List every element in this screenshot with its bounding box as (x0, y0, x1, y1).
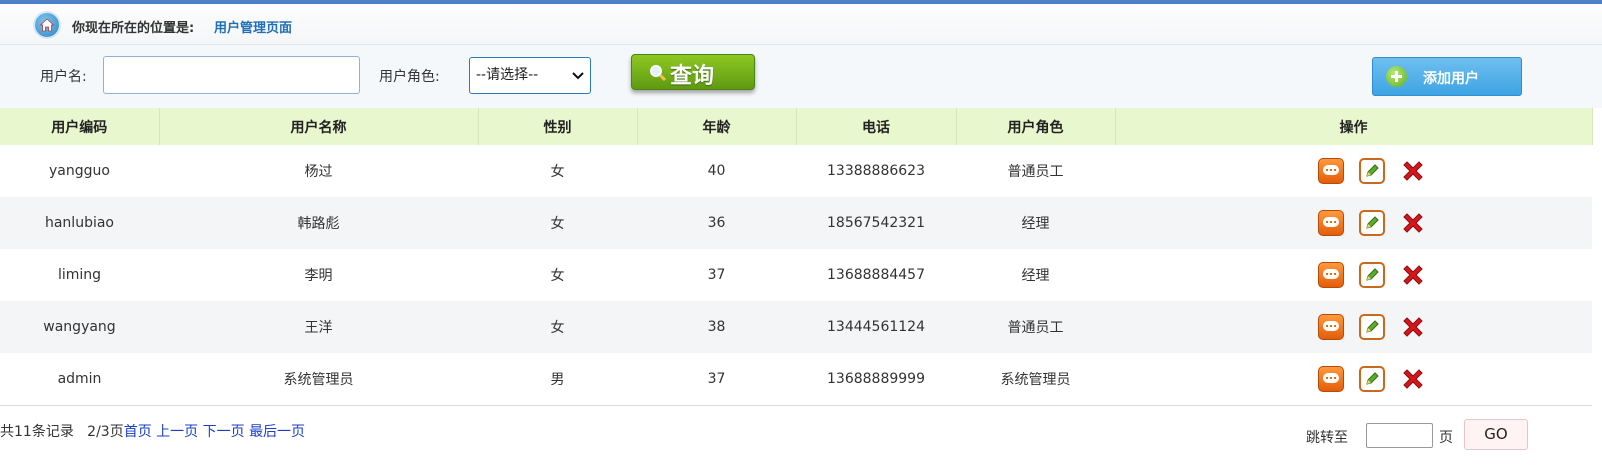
gender-cell: 女 (550, 268, 565, 284)
gender-cell: 女 (550, 164, 565, 180)
actions-cell (1115, 249, 1592, 301)
age-cell: 37 (707, 267, 726, 283)
first-page-link[interactable]: 首页 (124, 424, 152, 440)
user-name-cell: 王洋 (159, 301, 478, 353)
row-actions (1115, 158, 1592, 184)
role-label: 用户角色: (379, 69, 440, 85)
role-cell: 普通员工 (956, 301, 1115, 353)
prev-page-link[interactable]: 上一页 (156, 424, 198, 440)
view-icon[interactable] (1317, 314, 1344, 340)
gender-cell: 女 (478, 301, 637, 353)
phone-cell: 13388886623 (827, 163, 925, 179)
search-panel: 用户名: 用户角色: --请选择-- 查询 添加用户 (0, 45, 1602, 108)
header-age: 年龄 (637, 108, 797, 145)
delete-icon[interactable] (1400, 366, 1426, 392)
pagination: 共11条记录 2/3页首页 上一页 下一页 最后一页 (0, 421, 305, 441)
row-actions (1115, 314, 1592, 340)
edit-icon[interactable] (1358, 366, 1385, 392)
home-icon[interactable] (35, 13, 59, 37)
phone-cell: 13688889999 (796, 353, 956, 406)
age-cell: 38 (637, 301, 796, 353)
table-row: liming 李明 女 37 13688884457 经理 (0, 249, 1592, 301)
age-cell: 36 (637, 197, 796, 249)
phone-cell: 18567542321 (796, 197, 956, 249)
user-code-cell: admin (0, 353, 159, 406)
user-code-cell: wangyang (0, 301, 159, 353)
user-code-cell: hanlubiao (0, 197, 159, 249)
jump-label: 跳转至 (1306, 430, 1348, 446)
phone-cell: 13444561124 (796, 301, 956, 353)
gender-cell: 女 (478, 197, 637, 249)
table-header-row: 用户编码 用户名称 性别 年龄 电话 用户角色 操作 (0, 108, 1593, 145)
view-icon[interactable] (1317, 366, 1344, 392)
go-button[interactable]: GO (1464, 419, 1528, 450)
role-cell: 经理 (1021, 268, 1050, 284)
edit-icon[interactable] (1358, 262, 1385, 288)
edit-icon[interactable] (1358, 158, 1385, 184)
query-button[interactable]: 查询 (631, 54, 755, 90)
add-user-label: 添加用户 (1423, 71, 1479, 87)
add-user-button[interactable]: 添加用户 (1372, 57, 1522, 96)
table-row: hanlubiao 韩路彪女 36 18567542321 经理 (0, 197, 1592, 249)
age-cell: 37 (637, 353, 796, 406)
username-label: 用户名: (40, 69, 87, 85)
delete-icon[interactable] (1400, 210, 1426, 236)
actions-cell (1115, 145, 1592, 197)
query-label: 查询 (670, 64, 715, 89)
page-unit-label: 页 (1439, 430, 1453, 446)
edit-icon[interactable] (1358, 314, 1385, 340)
age-cell: 40 (707, 163, 726, 179)
user-name-cell: 杨过 (304, 164, 333, 180)
jump-page-input[interactable] (1366, 423, 1433, 448)
actions-cell (1115, 197, 1592, 249)
header-role: 用户角色 (956, 108, 1116, 145)
record-summary: 共11条记录 2/3页 (0, 424, 124, 440)
role-select[interactable]: --请选择-- (469, 57, 591, 94)
role-cell: 普通员工 (1007, 164, 1064, 180)
user-code-cell: liming (57, 267, 102, 283)
user-code-cell: yangguo (49, 163, 110, 179)
header-gender: 性别 (478, 108, 638, 145)
actions-cell (1115, 301, 1592, 353)
location-bar: 你现在所在的位置是: 用户管理页面 (0, 4, 1602, 45)
row-actions (1115, 262, 1592, 288)
plus-icon (1386, 66, 1407, 87)
view-icon[interactable] (1317, 210, 1344, 236)
header-phone: 电话 (796, 108, 957, 145)
role-cell: 经理 (956, 197, 1115, 249)
delete-icon[interactable] (1400, 158, 1426, 184)
delete-icon[interactable] (1400, 262, 1426, 288)
view-icon[interactable] (1317, 158, 1344, 184)
last-page-link[interactable]: 最后一页 (249, 424, 305, 440)
role-select-value: --请选择-- (476, 67, 539, 83)
user-name-cell: 韩路彪 (159, 197, 478, 249)
user-name-cell: 系统管理员 (159, 353, 478, 406)
location-value: 用户管理页面 (214, 21, 293, 36)
user-table: 用户编码 用户名称 性别 年龄 电话 用户角色 操作 yangguo 杨过女 40 1… (0, 108, 1593, 406)
role-cell: 系统管理员 (956, 353, 1115, 406)
gender-cell: 男 (478, 353, 637, 406)
header-actions: 操作 (1115, 108, 1593, 145)
chevron-down-icon (572, 72, 584, 80)
row-actions (1115, 366, 1592, 392)
header-user-code: 用户编码 (0, 108, 160, 145)
table-row: admin 系统管理员男 37 13688889999 系统管理员 (0, 353, 1592, 406)
table-row: wangyang 王洋女 38 13444561124 普通员工 (0, 301, 1592, 353)
location-label: 你现在所在的位置是: (72, 21, 195, 36)
header-user-name: 用户名称 (159, 108, 479, 145)
table-row: yangguo 杨过 女 40 13388886623 普通员工 (0, 145, 1592, 197)
username-input[interactable] (103, 56, 360, 94)
view-icon[interactable] (1317, 262, 1344, 288)
actions-cell (1115, 353, 1592, 406)
search-icon (650, 65, 667, 82)
phone-cell: 13688884457 (827, 267, 925, 283)
next-page-link[interactable]: 下一页 (203, 424, 245, 440)
edit-icon[interactable] (1358, 210, 1385, 236)
user-name-cell: 李明 (304, 268, 333, 284)
delete-icon[interactable] (1400, 314, 1426, 340)
row-actions (1115, 210, 1592, 236)
